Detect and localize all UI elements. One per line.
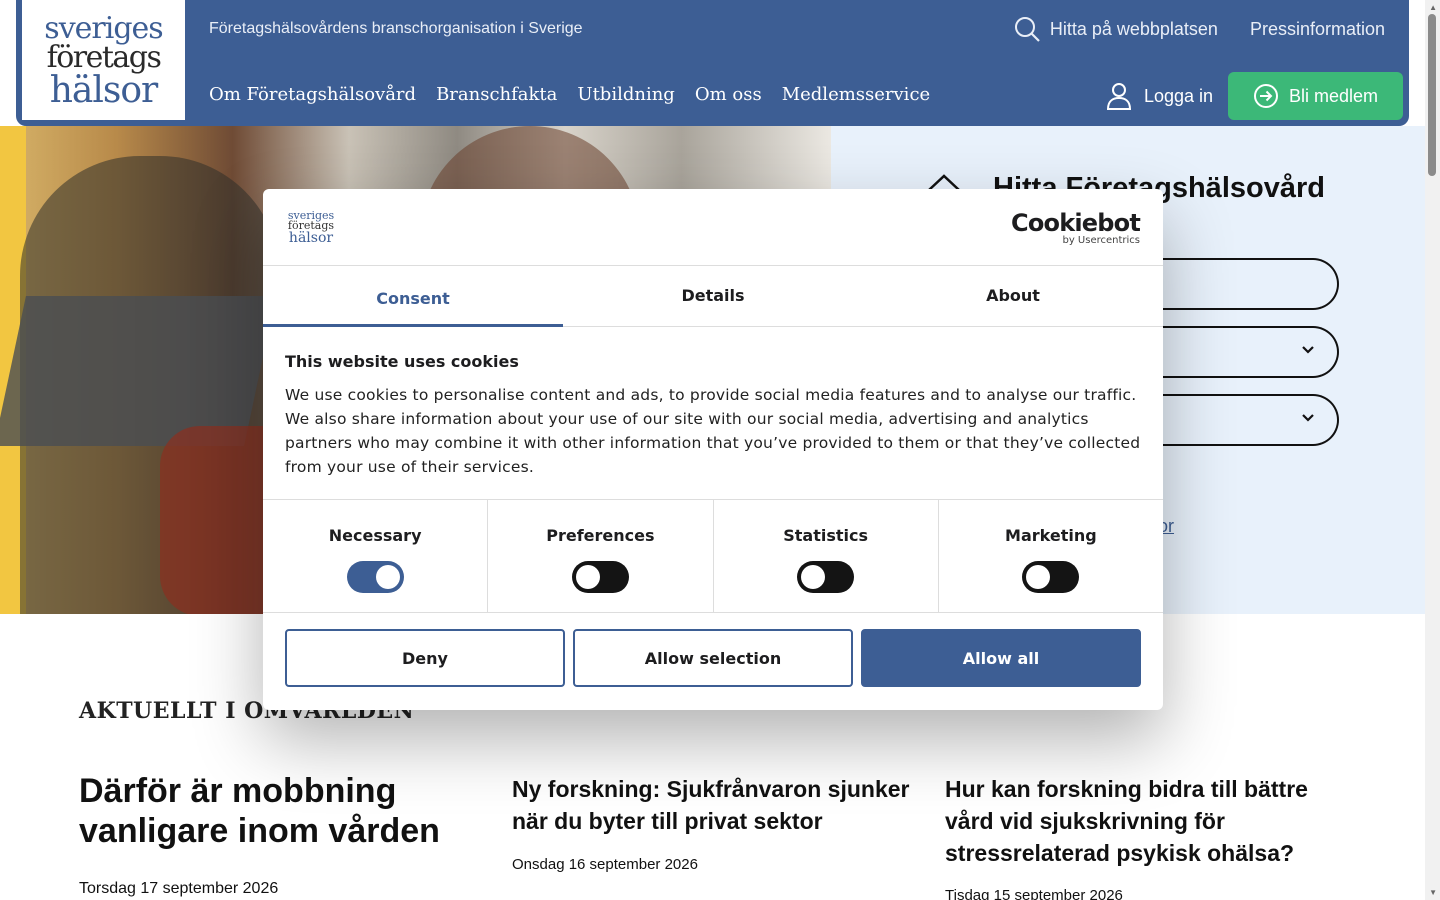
- tab-details[interactable]: Details: [563, 266, 863, 326]
- cookie-heading: This website uses cookies: [285, 352, 519, 371]
- tab-consent[interactable]: Consent: [263, 266, 563, 327]
- marketing-toggle[interactable]: [1022, 561, 1080, 593]
- toggle-group-preferences: Preferences: [488, 500, 714, 612]
- toggle-group-statistics: Statistics: [714, 500, 939, 612]
- allow-selection-button[interactable]: Allow selection: [573, 629, 853, 687]
- toggle-label: Statistics: [783, 526, 868, 545]
- dialog-logo-line-3: hälsor: [288, 229, 334, 246]
- necessary-toggle[interactable]: [346, 561, 404, 593]
- dialog-logo: sveriges företags hälsor: [285, 210, 337, 246]
- cookie-toggles: Necessary Preferences Statistics Marketi…: [263, 499, 1163, 613]
- allow-all-button[interactable]: Allow all: [861, 629, 1141, 687]
- toggle-group-necessary: Necessary: [263, 500, 489, 612]
- tab-about[interactable]: About: [863, 266, 1163, 326]
- preferences-toggle[interactable]: [571, 561, 629, 593]
- cookie-buttons: Deny Allow selection Allow all: [263, 613, 1163, 703]
- cookie-description: We use cookies to personalise content an…: [285, 386, 1141, 476]
- toggle-label: Preferences: [546, 526, 655, 545]
- statistics-toggle[interactable]: [797, 561, 855, 593]
- cookiebot-brand: Cookiebot: [1011, 209, 1141, 237]
- toggle-label: Necessary: [328, 526, 422, 545]
- deny-button[interactable]: Deny: [285, 629, 565, 687]
- toggle-group-marketing: Marketing: [939, 500, 1163, 612]
- cookie-dialog: sveriges företags hälsor Cookiebot by Us…: [263, 189, 1163, 710]
- cookie-tabs: Consent Details About: [263, 266, 1163, 327]
- toggle-label: Marketing: [1005, 526, 1097, 545]
- cookie-body: This website uses cookies We use cookies…: [263, 327, 1163, 499]
- cookie-dialog-header: sveriges företags hälsor Cookiebot by Us…: [263, 189, 1163, 266]
- cookiebot-logo[interactable]: Cookiebot by Usercentrics: [1011, 209, 1141, 246]
